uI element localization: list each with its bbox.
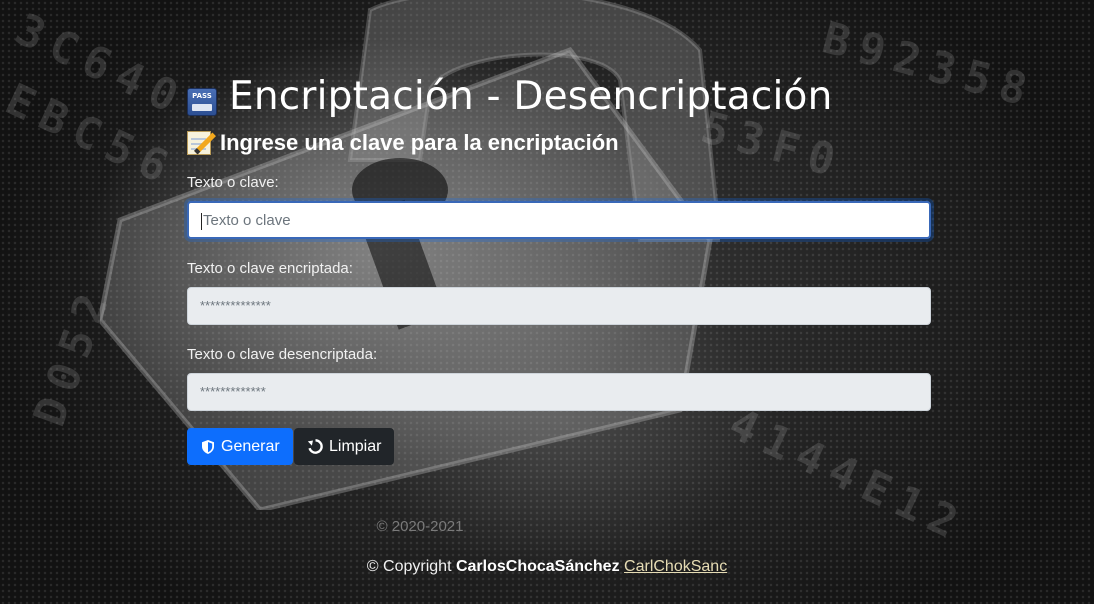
- encrypted-value: **************: [200, 298, 271, 313]
- input-label: Texto o clave:: [187, 174, 279, 191]
- generate-button[interactable]: Generar: [187, 428, 293, 465]
- shield-icon: [202, 439, 214, 454]
- text-cursor: [201, 212, 202, 230]
- clear-button[interactable]: Limpiar: [294, 428, 395, 465]
- page-header: PASS Encriptación - Desencriptación: [187, 74, 833, 119]
- reset-icon: [307, 439, 323, 454]
- decrypted-value: *************: [200, 384, 266, 399]
- footer-years: © 2020-2021: [376, 518, 464, 535]
- author-name: CarlosChocaSánchez: [455, 558, 620, 575]
- encrypted-output-field[interactable]: **************: [187, 287, 931, 325]
- password-icon: PASS: [187, 87, 217, 116]
- copyright-prefix: © Copyright: [366, 558, 452, 575]
- memo-icon: [187, 131, 216, 155]
- page-title: Encriptación - Desencriptación: [229, 74, 833, 119]
- page-subtitle: Ingrese una clave para la encriptación: [220, 130, 619, 155]
- clear-button-label: Limpiar: [329, 437, 382, 455]
- page-subtitle-row: Ingrese una clave para la encriptación: [187, 130, 619, 156]
- decrypted-label: Texto o clave desencriptada:: [187, 346, 378, 363]
- input-placeholder: Texto o clave: [203, 212, 291, 229]
- encrypted-label: Texto o clave encriptada:: [187, 260, 353, 277]
- footer-copyright: © Copyright CarlosChocaSánchez CarlChokS…: [0, 558, 1094, 576]
- generate-button-label: Generar: [221, 437, 280, 455]
- decrypted-output-field[interactable]: *************: [187, 373, 931, 411]
- text-key-input[interactable]: Texto o clave: [187, 201, 931, 239]
- author-handle-link[interactable]: CarlChokSanc: [624, 558, 727, 575]
